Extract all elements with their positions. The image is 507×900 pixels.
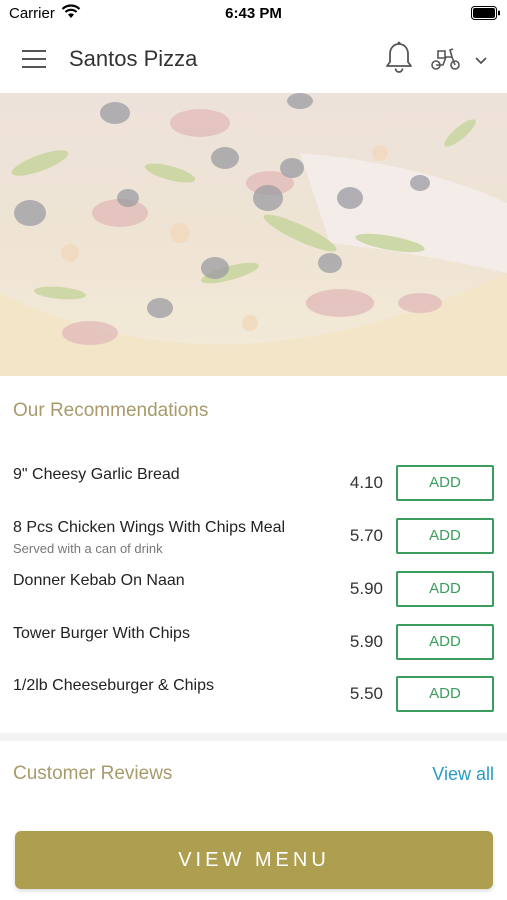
recommendations-title: Our Recommendations — [13, 400, 209, 421]
bell-icon — [386, 41, 412, 73]
battery-icon — [471, 6, 500, 20]
add-button[interactable]: ADD — [396, 518, 494, 554]
item-name: 1/2lb Cheeseburger & Chips — [13, 677, 215, 694]
hamburger-icon — [22, 50, 46, 68]
delivery-mode-selector[interactable] — [430, 46, 490, 76]
item-price: 5.90 — [349, 632, 383, 651]
item-name: 8 Pcs Chicken Wings With Chips Meal — [13, 519, 286, 536]
app-header: Santos Pizza — [0, 26, 507, 93]
item-name: 9" Cheesy Garlic Bread — [13, 466, 180, 483]
add-button[interactable]: ADD — [396, 676, 494, 712]
add-button[interactable]: ADD — [396, 624, 494, 660]
item-price: 4.10 — [349, 473, 383, 492]
chevron-down-icon — [475, 57, 487, 65]
list-item: Donner Kebab On Naan 5.90 ADD — [0, 571, 507, 625]
item-subtitle: Served with a can of drink — [13, 541, 163, 556]
list-item: Tower Burger With Chips 5.90 ADD — [0, 624, 507, 678]
add-button[interactable]: ADD — [396, 465, 494, 501]
hero-pizza-image — [0, 93, 507, 376]
add-button[interactable]: ADD — [396, 571, 494, 607]
view-menu-button[interactable]: VIEW MENU — [15, 831, 493, 889]
clock: 6:43 PM — [225, 5, 282, 22]
section-divider — [0, 733, 507, 741]
view-all-reviews-link[interactable]: View all — [432, 764, 494, 785]
notifications-button[interactable] — [384, 41, 414, 75]
item-price: 5.90 — [349, 579, 383, 598]
list-item: 9" Cheesy Garlic Bread 4.10 ADD — [0, 465, 507, 519]
scooter-icon — [431, 48, 460, 70]
customer-reviews-title: Customer Reviews — [13, 763, 173, 784]
item-name: Tower Burger With Chips — [13, 625, 190, 642]
list-item: 8 Pcs Chicken Wings With Chips Meal Serv… — [0, 518, 507, 572]
hamburger-menu-button[interactable] — [22, 48, 48, 70]
page-title: Santos Pizza — [69, 46, 198, 71]
item-price: 5.70 — [349, 526, 383, 545]
list-item: 1/2lb Cheeseburger & Chips 5.50 ADD — [0, 676, 507, 730]
status-bar: Carrier 6:43 PM — [0, 0, 507, 26]
item-name: Donner Kebab On Naan — [13, 572, 185, 589]
item-price: 5.50 — [349, 684, 383, 703]
